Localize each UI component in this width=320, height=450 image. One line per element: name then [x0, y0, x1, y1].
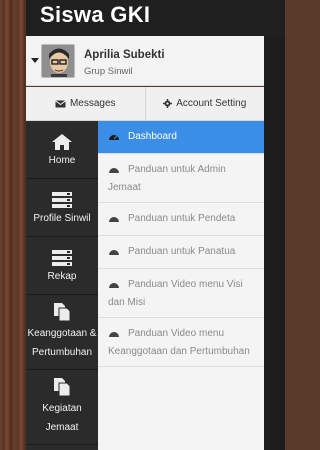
app-title[interactable]: Siswa GKI: [40, 2, 150, 28]
home-icon: [52, 134, 72, 150]
submenu-item-admin-jemaat[interactable]: Panduan untuk Admin Jemaat: [98, 154, 264, 203]
copy-icon: [54, 378, 71, 397]
account-setting-button[interactable]: Account Setting: [144, 87, 265, 120]
submenu-label: Panduan untuk Panatua: [128, 246, 236, 257]
dashboard-icon: [108, 279, 120, 295]
submenu-item-pendeta[interactable]: Panduan untuk Pendeta: [98, 203, 264, 236]
nav-label-kegiatan: Kegiatan Jemaat: [42, 403, 82, 433]
gear-icon: [163, 99, 173, 108]
background-wood: [0, 0, 26, 450]
dashboard-icon: [108, 328, 120, 344]
submenu-item-dashboard[interactable]: Dashboard: [98, 121, 264, 154]
nav-label-home: Home: [48, 155, 76, 166]
submenu-panel: Dashboard Panduan untuk Admin Jemaat Pan…: [98, 121, 264, 450]
nav-label-profile: Profile Sinwil: [33, 213, 91, 224]
action-bar: Messages Account Setting: [26, 87, 264, 121]
right-edge: [264, 36, 285, 450]
nav-keanggotaan[interactable]: Keanggotaan & Pertumbuhan: [26, 295, 98, 370]
submenu-item-panatua[interactable]: Panduan untuk Panatua: [98, 236, 264, 269]
submenu-label: Panduan untuk Pendeta: [128, 213, 236, 224]
dashboard-icon: [108, 246, 120, 262]
submenu-item-video-keanggotaan[interactable]: Panduan Video menu Keanggotaan dan Pertu…: [98, 318, 264, 367]
submenu-label: Dashboard: [128, 131, 177, 142]
submenu-item-video-visi-misi[interactable]: Panduan Video menu Visi dan Misi: [98, 269, 264, 318]
caret-down-icon[interactable]: [31, 58, 39, 63]
nav-rekap[interactable]: Rekap: [26, 237, 98, 295]
icon-sidebar: Home Profile Sinwil Rekap Keanggotaan & …: [26, 121, 98, 450]
nav-profile-sinwil[interactable]: Profile Sinwil: [26, 179, 98, 237]
dashboard-icon: [108, 131, 120, 147]
messages-label: Messages: [69, 98, 116, 109]
envelope-icon: [55, 99, 66, 107]
submenu-label: Panduan untuk Admin Jemaat: [108, 164, 226, 193]
nav-kegiatan-jemaat[interactable]: Kegiatan Jemaat: [26, 370, 98, 445]
nav-label-keanggotaan: Keanggotaan & Pertumbuhan: [27, 328, 97, 358]
account-setting-label: Account Setting: [176, 98, 247, 109]
dashboard-icon: [108, 164, 120, 180]
list-icon: [52, 192, 72, 208]
submenu-label: Panduan Video menu Visi dan Misi: [108, 279, 243, 308]
submenu-label: Panduan Video menu Keanggotaan dan Pertu…: [108, 328, 250, 357]
list-icon: [52, 250, 72, 266]
user-panel[interactable]: Aprilia Subekti Grup Sinwil: [26, 36, 264, 86]
messages-button[interactable]: Messages: [26, 87, 145, 120]
nav-home[interactable]: Home: [26, 121, 98, 179]
user-name: Aprilia Subekti: [84, 49, 165, 61]
avatar: [41, 44, 75, 78]
nav-label-rekap: Rekap: [47, 271, 77, 282]
dashboard-icon: [108, 213, 120, 229]
top-header: Siswa GKI: [26, 0, 285, 36]
copy-icon: [54, 303, 71, 322]
user-group: Grup Sinwil: [84, 66, 133, 77]
